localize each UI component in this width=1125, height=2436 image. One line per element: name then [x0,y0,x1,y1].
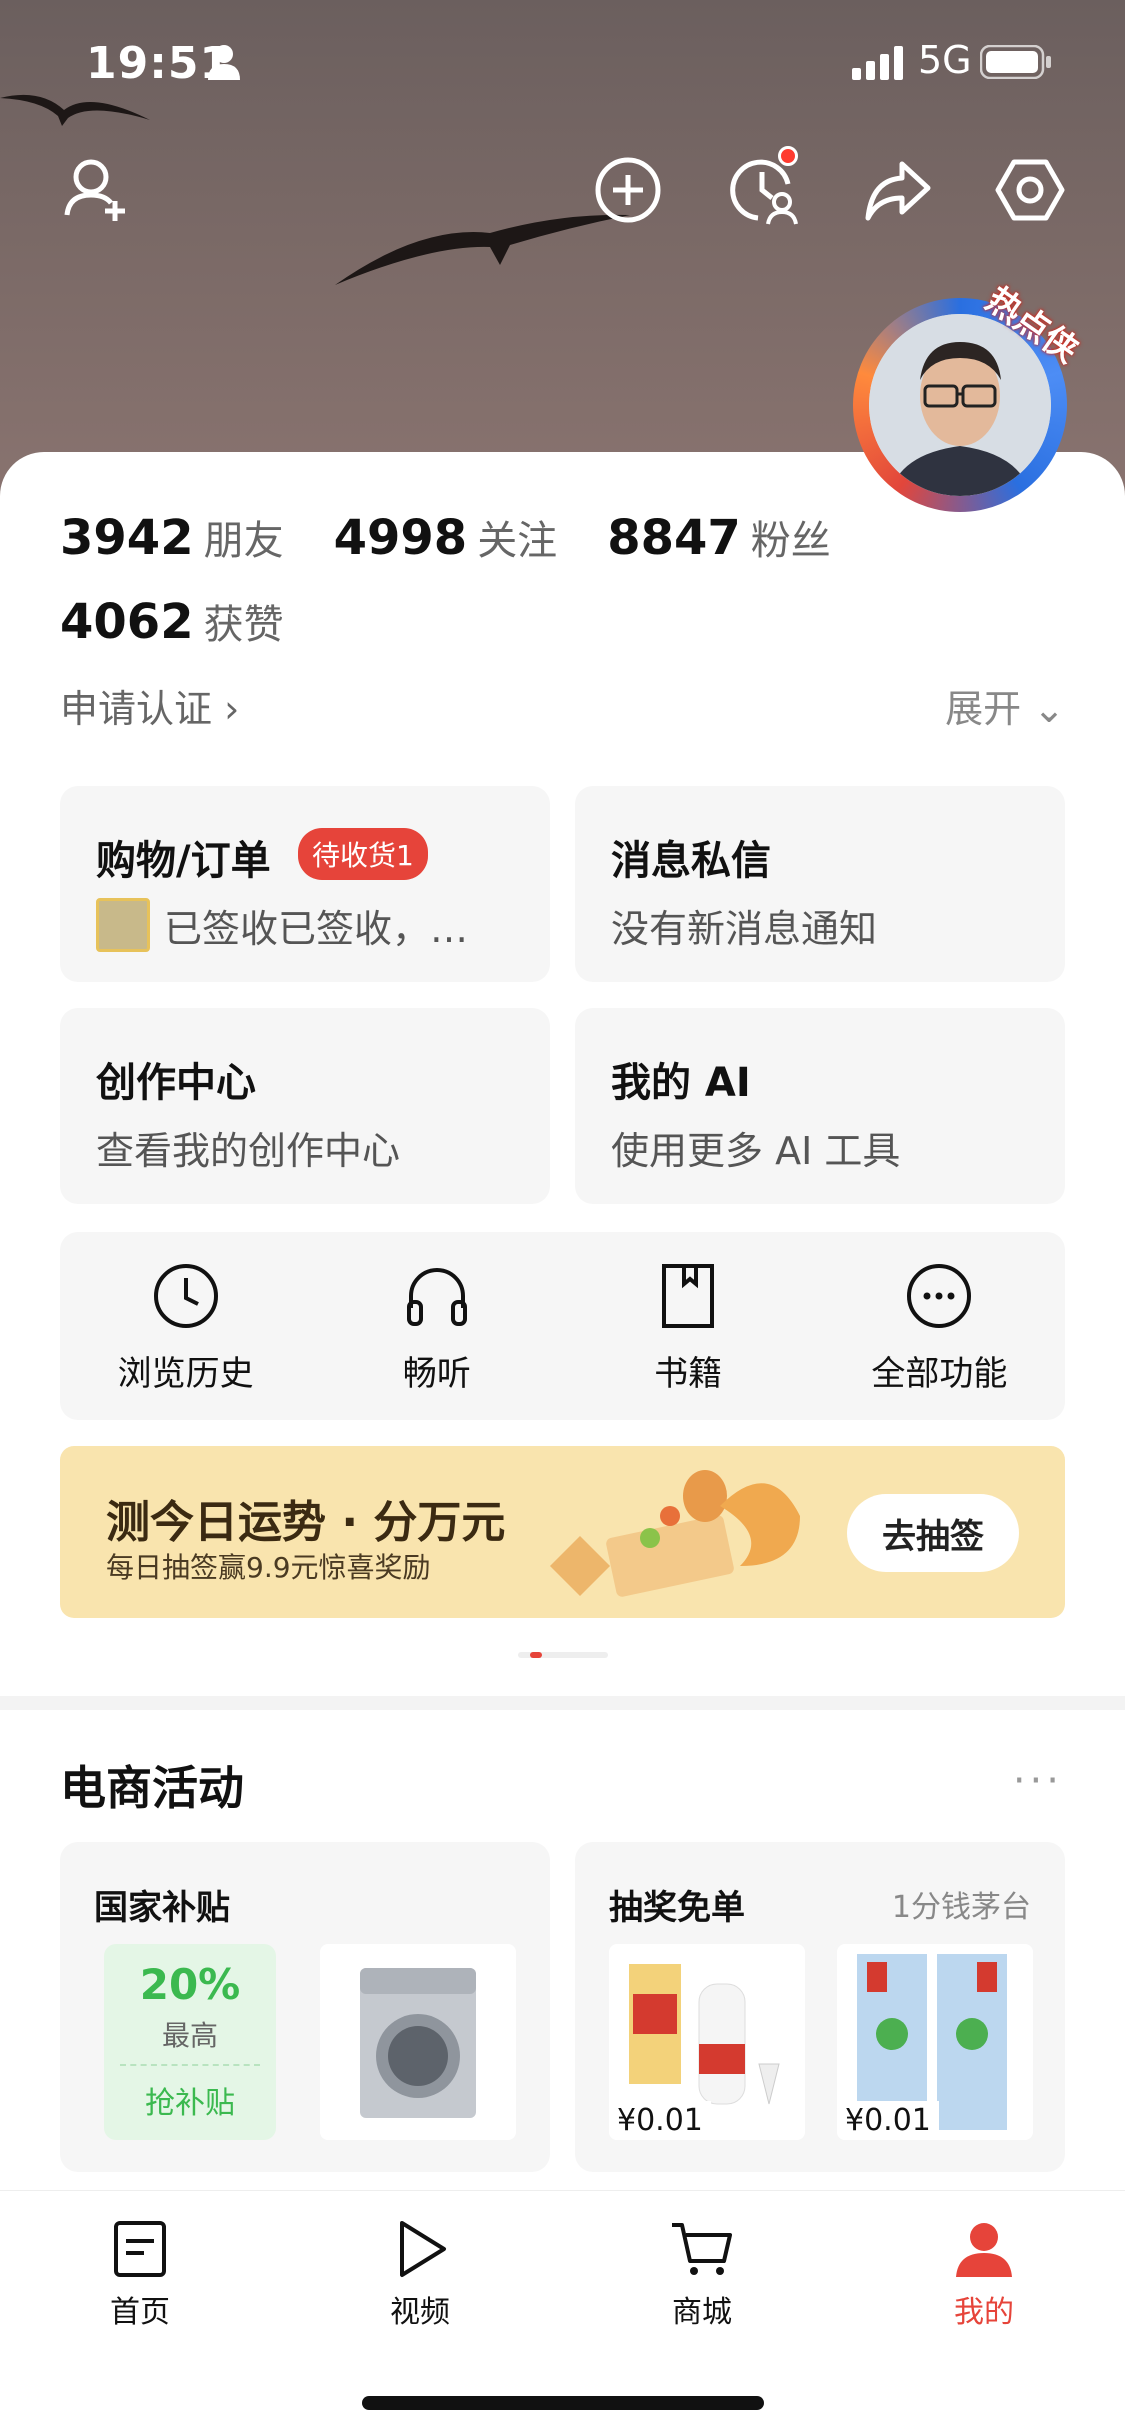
banner-subtitle: 每日抽签赢9.9元惊喜奖励 [106,1551,431,1584]
quick-tools: 浏览历史 畅听 书籍 全部功能 [60,1232,1065,1420]
coupon-divider [120,2064,260,2066]
plus-circle-icon [595,157,661,223]
stat-number: 4062 [60,594,194,650]
tool-label: 书籍 [654,1354,723,1394]
stat-label: 关注 [477,518,558,564]
tab-home[interactable]: 首页 [60,2219,220,2331]
user-icon [956,2223,1012,2277]
settings-button[interactable] [990,150,1070,230]
stat-friends[interactable]: 3942 朋友 [60,508,284,566]
settings-icon [995,159,1065,221]
banner-title: 测今日运势 · 分万元 [106,1497,506,1548]
stats-row: 3942 朋友 4998 关注 8847 粉丝 [60,508,831,566]
washing-machine-product[interactable] [320,1944,516,2140]
card-subtitle: 使用更多 AI 工具 [611,1129,901,1173]
tool-listen[interactable]: 畅听 [311,1232,562,1420]
national-subsidy-card[interactable]: 国家补贴 20% 最高 抢补贴 [60,1842,550,2172]
carousel-dot-active [530,1652,542,1658]
order-thumbnail [96,898,150,952]
stat-label: 粉丝 [750,518,831,564]
squirrel-illustration [550,1470,800,1597]
tool-history[interactable]: 浏览历史 [60,1232,311,1420]
card-subtitle: 没有新消息通知 [611,907,878,951]
share-button[interactable] [858,150,938,230]
section-divider [0,1696,1125,1710]
card-subtitle: 查看我的创作中心 [96,1129,401,1173]
card-title: 创作中心 [96,1060,256,1106]
more-circle-icon [907,1264,972,1328]
product-price: ¥0.01 [837,2101,939,2140]
tool-label: 全部功能 [871,1354,1008,1394]
tool-label: 浏览历史 [117,1354,254,1394]
product-price: ¥0.01 [609,2101,711,2140]
status-bar: 19:51 5G [0,0,1125,130]
expand-button[interactable]: 展开 ⌄ [945,678,1065,733]
visitors-button[interactable] [724,146,804,230]
share-icon [865,161,931,221]
notification-dot [778,146,798,166]
stat-number: 4998 [333,510,468,566]
book-icon [662,1264,715,1328]
card-title: 国家补贴 [94,1888,230,1928]
ecommerce-section-title: 电商活动 [60,1761,244,1815]
shopping-orders-card[interactable]: 购物/订单 待收货1 已签收已签收，… [60,786,550,982]
stat-likes[interactable]: 4062 获赞 [60,592,284,650]
tab-video[interactable]: 视频 [340,2219,500,2331]
card-title: 抽奖免单 [609,1888,745,1928]
moutai-product[interactable]: ¥0.01 [609,1944,805,2140]
signal-icon [852,46,903,80]
tab-me[interactable]: 我的 [904,2219,1064,2331]
fortune-banner[interactable]: 测今日运势 · 分万元 每日抽签赢9.9元惊喜奖励 去抽签 [60,1446,1065,1618]
creator-center-card[interactable]: 创作中心 查看我的创作中心 [60,1008,550,1204]
headphones-icon [406,1268,467,1326]
home-icon [114,2221,166,2277]
apply-certification-link[interactable]: 申请认证 › [60,678,239,733]
home-indicator[interactable] [362,2396,764,2410]
person-icon [208,45,240,80]
card-tag: 1分钱茅台 [891,1890,1031,1925]
rice-product[interactable]: ¥0.01 [837,1944,1033,2140]
stat-label: 朋友 [203,518,284,564]
tool-books[interactable]: 书籍 [563,1232,814,1420]
my-ai-card[interactable]: 我的 AI 使用更多 AI 工具 [575,1008,1065,1204]
messages-card[interactable]: 消息私信 没有新消息通知 [575,786,1065,982]
clock-icon [153,1264,218,1328]
tab-label: 视频 [390,2295,450,2330]
card-subtitle: 已签收已签收，… [164,907,469,951]
stat-following[interactable]: 4998 关注 [334,508,558,566]
card-title: 我的 AI [611,1060,751,1106]
carousel-indicator [518,1652,608,1658]
stats-row-2: 4062 获赞 [60,592,284,650]
lottery-free-card[interactable]: 抽奖免单 1分钱茅台 ¥0.01 ¥0.01 [575,1842,1065,2172]
cart-icon [672,2223,732,2275]
create-button[interactable] [588,150,668,230]
card-title: 购物/订单 [96,838,271,884]
tab-label: 首页 [110,2295,170,2330]
tool-label: 畅听 [402,1354,471,1394]
stat-number: 3942 [60,510,194,566]
stat-number: 8847 [607,510,741,566]
grab-subsidy-label: 抢补贴 [145,2086,235,2121]
bird-decoration [335,214,630,285]
washing-machine-image [360,1968,476,2118]
stat-fans[interactable]: 8847 粉丝 [607,508,831,566]
network-type: 5G [918,38,972,82]
draw-lottery-button[interactable]: 去抽签 [847,1494,1019,1572]
play-icon [400,2221,446,2277]
tab-label: 我的 [954,2295,1014,2330]
battery-icon [980,45,1051,79]
tab-label: 商城 [672,2295,732,2330]
card-title: 消息私信 [611,838,771,884]
tab-mall[interactable]: 商城 [622,2219,782,2331]
subsidy-percent: 20% [139,1960,241,2009]
add-friend-button[interactable] [56,150,136,230]
tool-all-features[interactable]: 全部功能 [814,1232,1065,1420]
subsidy-max-label: 最高 [161,2019,218,2052]
stat-label: 获赞 [203,602,284,648]
avatar[interactable]: 热点侠 [845,280,1085,520]
add-friend-icon [64,159,125,221]
section-more-button[interactable]: ··· [1013,1758,1063,1804]
subsidy-coupon[interactable]: 20% 最高 抢补贴 [104,1944,276,2140]
pending-delivery-badge: 待收货1 [298,828,428,880]
